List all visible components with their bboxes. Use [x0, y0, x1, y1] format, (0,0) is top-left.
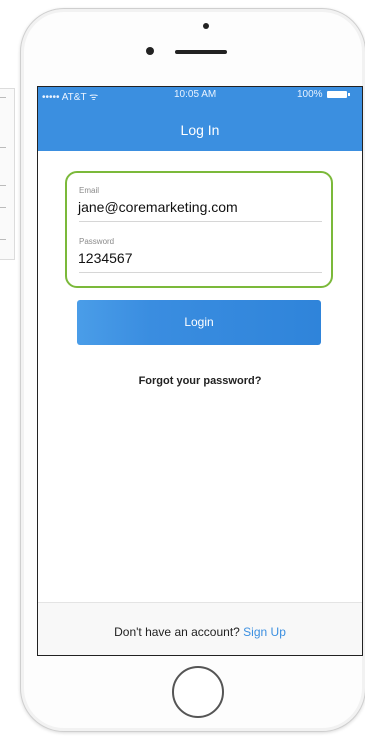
battery-percent: 100%	[297, 89, 323, 100]
email-field[interactable]: jane@coremarketing.com	[78, 199, 238, 215]
password-underline	[79, 272, 322, 273]
camera-icon	[203, 23, 209, 29]
battery-icon	[327, 91, 350, 98]
signup-link[interactable]: Sign Up	[243, 625, 286, 639]
phone-screen: ••••• AT&T ᯤ 10:05 AM 100% Log In Email …	[37, 86, 363, 656]
signup-prompt: Don't have an account?	[114, 625, 240, 639]
background-tick	[0, 185, 6, 186]
password-field[interactable]: 1234567	[78, 250, 133, 266]
speaker-grille	[175, 50, 227, 54]
background-tick	[0, 147, 6, 148]
navigation-bar: ••••• AT&T ᯤ 10:05 AM 100% Log In	[38, 87, 362, 151]
credentials-box: Email jane@coremarketing.com Password 12…	[65, 171, 333, 288]
background-tick	[0, 207, 6, 208]
signup-footer: Don't have an account? Sign Up	[38, 602, 362, 655]
background-tick	[0, 239, 6, 240]
background-tick	[0, 97, 6, 98]
email-underline	[79, 221, 322, 222]
login-button[interactable]: Login	[77, 300, 321, 345]
background-panel	[0, 88, 15, 260]
email-label: Email	[79, 186, 100, 195]
carrier-signal: ••••• AT&T ᯤ	[42, 92, 99, 103]
page-title: Log In	[180, 122, 220, 138]
home-button[interactable]	[172, 666, 224, 718]
forgot-password-link[interactable]: Forgot your password?	[38, 375, 362, 387]
signup-prompt-row: Don't have an account? Sign Up	[38, 625, 362, 639]
sensor-icon	[146, 47, 154, 55]
password-label: Password	[79, 237, 115, 246]
status-time: 10:05 AM	[174, 89, 217, 100]
